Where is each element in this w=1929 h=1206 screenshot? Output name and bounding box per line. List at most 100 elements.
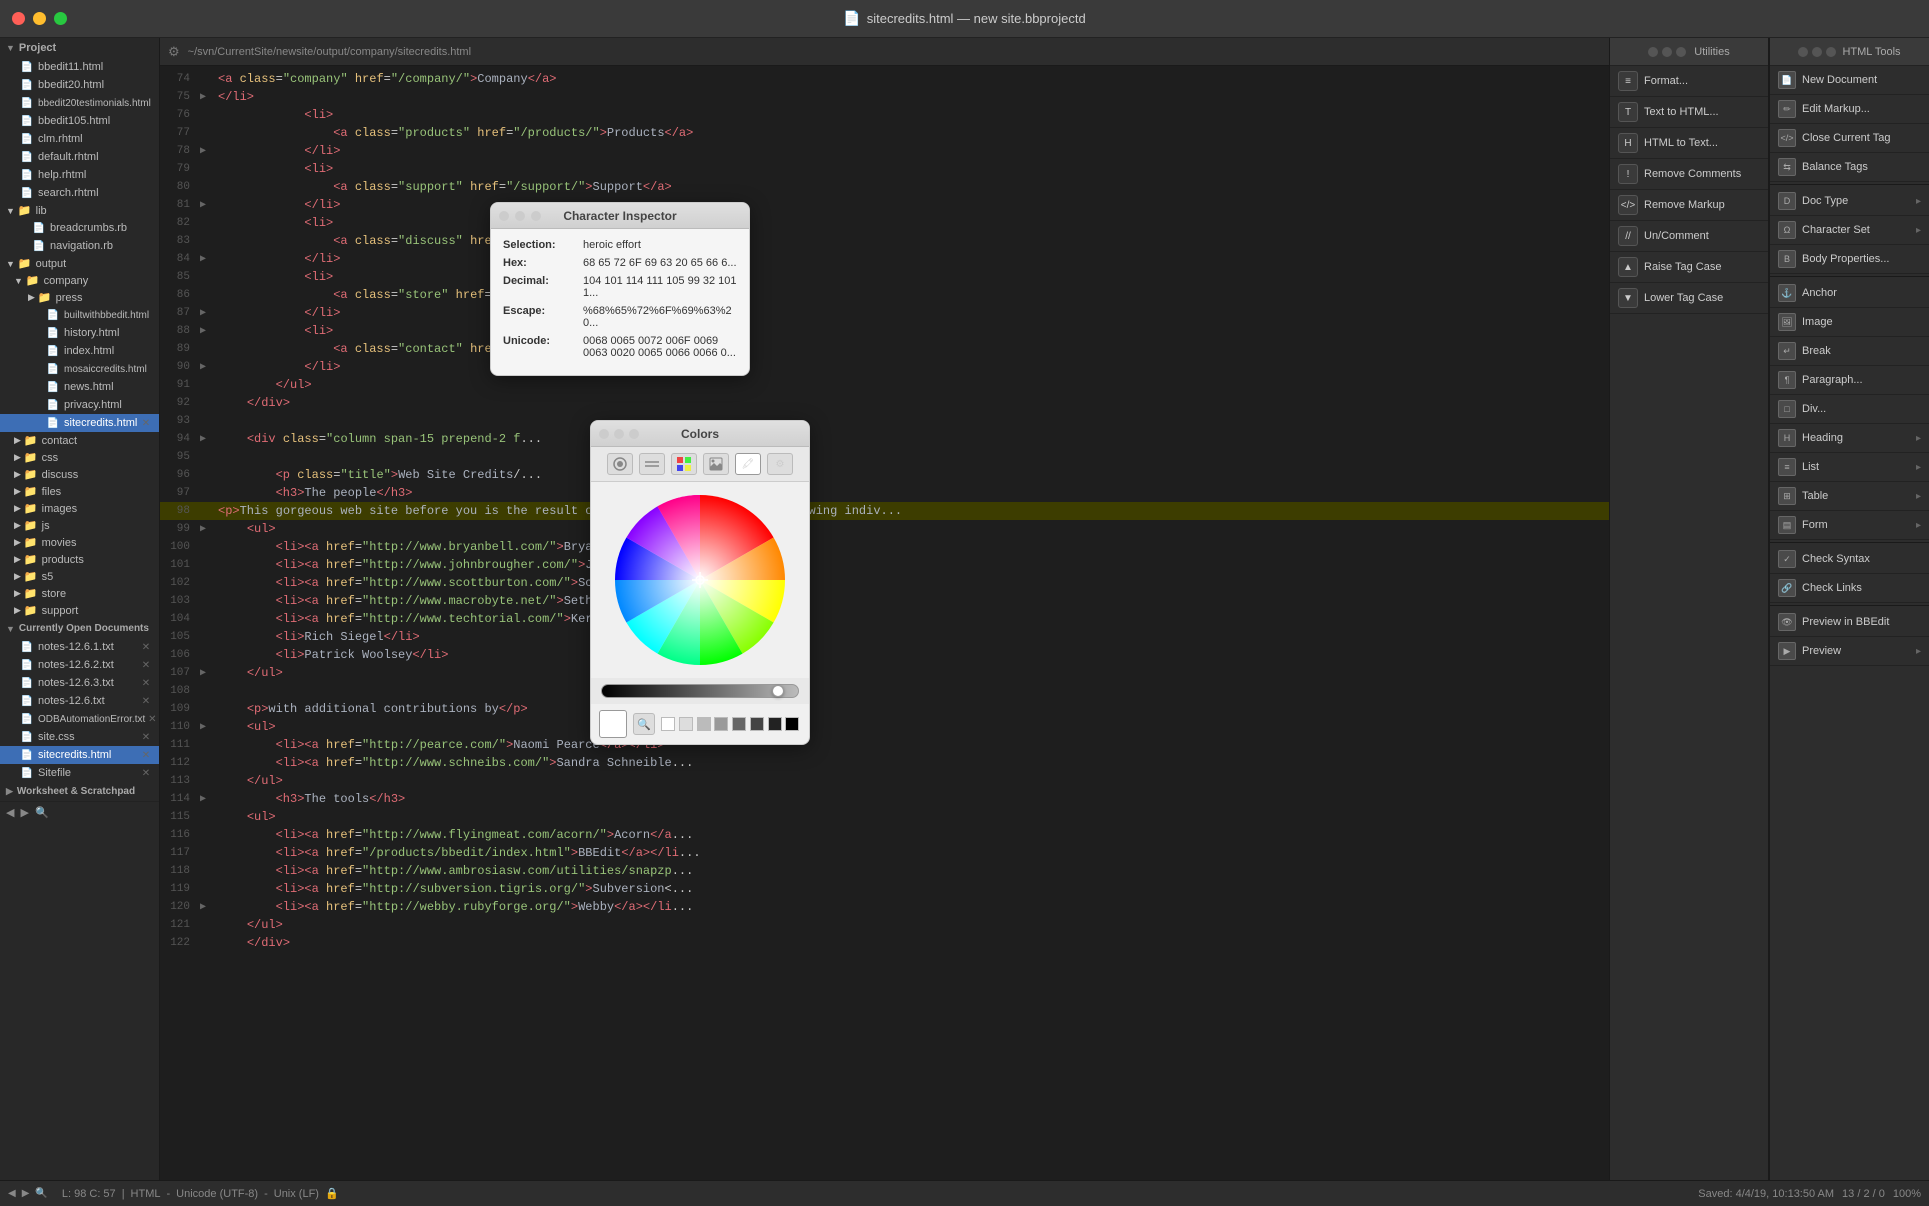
break-button[interactable]: ↵ Break: [1770, 337, 1929, 366]
table-button[interactable]: ⊞ Table ▸: [1770, 482, 1929, 511]
edit-markup-button[interactable]: ✏ Edit Markup...: [1770, 95, 1929, 124]
folder-files[interactable]: ▶ 📁 files: [0, 483, 159, 500]
prev-button[interactable]: ◀: [6, 806, 14, 819]
folder-images[interactable]: ▶ 📁 images: [0, 500, 159, 517]
sidebar-open-sitefile[interactable]: 📄 Sitefile ✕: [0, 764, 159, 782]
anchor-button[interactable]: ⚓ Anchor: [1770, 279, 1929, 308]
image-button[interactable]: 🖼 Image: [1770, 308, 1929, 337]
minimize-button[interactable]: [33, 12, 46, 25]
sidebar-open-sitecredits[interactable]: 📄 sitecredits.html ✕: [0, 746, 159, 764]
color-cell[interactable]: [697, 717, 711, 731]
color-slider-mode-btn[interactable]: [639, 453, 665, 475]
open-docs-section-header[interactable]: ▼ Currently Open Documents: [0, 619, 159, 638]
sidebar-item-help[interactable]: 📄 help.rhtml: [0, 166, 159, 184]
color-wheel-mode-btn[interactable]: [607, 453, 633, 475]
folder-js[interactable]: ▶ 📁 js: [0, 517, 159, 534]
text-to-html-button[interactable]: T Text to HTML...: [1610, 97, 1768, 128]
sidebar-item-bbedit20t[interactable]: 📄 bbedit20testimonials.html: [0, 94, 159, 112]
sidebar-item-navigation[interactable]: 📄 navigation.rb: [0, 237, 159, 255]
close-file-button[interactable]: ✕: [145, 712, 159, 726]
folder-css[interactable]: ▶ 📁 css: [0, 449, 159, 466]
sidebar-item-bbedit20[interactable]: 📄 bbedit20.html: [0, 76, 159, 94]
brightness-thumb[interactable]: [772, 685, 784, 697]
color-custom-mode-btn[interactable]: ⚙: [767, 453, 793, 475]
doc-type-button[interactable]: D Doc Type ▸: [1770, 187, 1929, 216]
color-cell[interactable]: [750, 717, 764, 731]
folder-products[interactable]: ▶ 📁 products: [0, 551, 159, 568]
sidebar-open-odb[interactable]: 📄 ODBAutomationError.txt ✕: [0, 710, 159, 728]
color-cell[interactable]: [732, 717, 746, 731]
sidebar-open-notes1[interactable]: 📄 notes-12.6.1.txt ✕: [0, 638, 159, 656]
preview-in-bbedit-button[interactable]: 👁 Preview in BBEdit: [1770, 608, 1929, 637]
paragraph-button[interactable]: ¶ Paragraph...: [1770, 366, 1929, 395]
color-crayons-mode-btn[interactable]: 🖍: [735, 453, 761, 475]
close-file-button[interactable]: ✕: [139, 416, 153, 430]
status-nav-next[interactable]: ▶: [22, 1188, 30, 1199]
close-file-button[interactable]: ✕: [139, 676, 153, 690]
div-button[interactable]: □ Div...: [1770, 395, 1929, 424]
folder-output[interactable]: ▼ 📁 output: [0, 255, 159, 272]
folder-store[interactable]: ▶ 📁 store: [0, 585, 159, 602]
folder-support[interactable]: ▶ 📁 support: [0, 602, 159, 619]
close-file-button[interactable]: ✕: [139, 748, 153, 762]
folder-discuss[interactable]: ▶ 📁 discuss: [0, 466, 159, 483]
close-file-button[interactable]: ✕: [139, 694, 153, 708]
gear-icon[interactable]: ⚙: [168, 44, 180, 60]
folder-s5[interactable]: ▶ 📁 s5: [0, 568, 159, 585]
brightness-slider[interactable]: [601, 684, 799, 698]
sidebar-open-notes3[interactable]: 📄 notes-12.6.3.txt ✕: [0, 674, 159, 692]
sidebar-item-privacy[interactable]: 📄 privacy.html: [0, 396, 159, 414]
sidebar-item-news[interactable]: 📄 news.html: [0, 378, 159, 396]
status-search[interactable]: 🔍: [35, 1188, 47, 1199]
color-cell[interactable]: [768, 717, 782, 731]
search-button[interactable]: 🔍: [35, 806, 49, 819]
sidebar-item-bbedit105[interactable]: 📄 bbedit105.html: [0, 112, 159, 130]
sidebar-item-builtwith[interactable]: 📄 builtwithbbedit.html: [0, 306, 159, 324]
close-file-button[interactable]: ✕: [139, 766, 153, 780]
sidebar-open-notes4[interactable]: 📄 notes-12.6.txt ✕: [0, 692, 159, 710]
sidebar-item-bbedit11[interactable]: 📄 bbedit11.html: [0, 58, 159, 76]
sidebar-item-mosaic[interactable]: 📄 mosaiccredits.html: [0, 360, 159, 378]
folder-movies[interactable]: ▶ 📁 movies: [0, 534, 159, 551]
color-palette-mode-btn[interactable]: [671, 453, 697, 475]
folder-press[interactable]: ▶ 📁 press: [0, 289, 159, 306]
color-wheel[interactable]: [610, 490, 790, 670]
lower-tag-case-button[interactable]: ▼ Lower Tag Case: [1610, 283, 1768, 314]
color-cell[interactable]: [661, 717, 675, 731]
heading-button[interactable]: H Heading ▸: [1770, 424, 1929, 453]
check-syntax-button[interactable]: ✓ Check Syntax: [1770, 545, 1929, 574]
code-editor[interactable]: 74 <a class="company" href="/company/">C…: [160, 66, 1609, 1180]
remove-comments-button[interactable]: ! Remove Comments: [1610, 159, 1768, 190]
color-image-mode-btn[interactable]: [703, 453, 729, 475]
character-set-button[interactable]: Ω Character Set ▸: [1770, 216, 1929, 245]
project-section-header[interactable]: ▼ Project: [0, 38, 159, 58]
worksheet-section-header[interactable]: ▶ Worksheet & Scratchpad: [0, 782, 159, 801]
sidebar-item-default[interactable]: 📄 default.rhtml: [0, 148, 159, 166]
form-button[interactable]: ▤ Form ▸: [1770, 511, 1929, 540]
format-button[interactable]: ≡ Format...: [1610, 66, 1768, 97]
maximize-button[interactable]: [54, 12, 67, 25]
remove-markup-button[interactable]: </> Remove Markup: [1610, 190, 1768, 221]
next-button[interactable]: ▶: [20, 806, 28, 819]
folder-contact[interactable]: ▶ 📁 contact: [0, 432, 159, 449]
sidebar-item-search[interactable]: 📄 search.rhtml: [0, 184, 159, 202]
close-file-button[interactable]: ✕: [139, 730, 153, 744]
sidebar-item-clm[interactable]: 📄 clm.rhtml: [0, 130, 159, 148]
balance-tags-button[interactable]: ⇆ Balance Tags: [1770, 153, 1929, 182]
uncomment-button[interactable]: // Un/Comment: [1610, 221, 1768, 252]
sidebar-item-breadcrumbs[interactable]: 📄 breadcrumbs.rb: [0, 219, 159, 237]
new-document-button[interactable]: 📄 New Document: [1770, 66, 1929, 95]
color-cell[interactable]: [679, 717, 693, 731]
folder-company[interactable]: ▼ 📁 company: [0, 272, 159, 289]
sidebar-item-history[interactable]: 📄 history.html: [0, 324, 159, 342]
close-file-button[interactable]: ✕: [139, 640, 153, 654]
body-properties-button[interactable]: B Body Properties...: [1770, 245, 1929, 274]
sidebar-item-sitecredits[interactable]: 📄 sitecredits.html ✕: [0, 414, 159, 432]
color-swatch[interactable]: [599, 710, 627, 738]
raise-tag-case-button[interactable]: ▲ Raise Tag Case: [1610, 252, 1768, 283]
check-links-button[interactable]: 🔗 Check Links: [1770, 574, 1929, 603]
html-to-text-button[interactable]: H HTML to Text...: [1610, 128, 1768, 159]
eyedropper-button[interactable]: 🔍: [633, 713, 655, 735]
status-nav-prev[interactable]: ◀: [8, 1188, 16, 1199]
color-cell[interactable]: [785, 717, 799, 731]
